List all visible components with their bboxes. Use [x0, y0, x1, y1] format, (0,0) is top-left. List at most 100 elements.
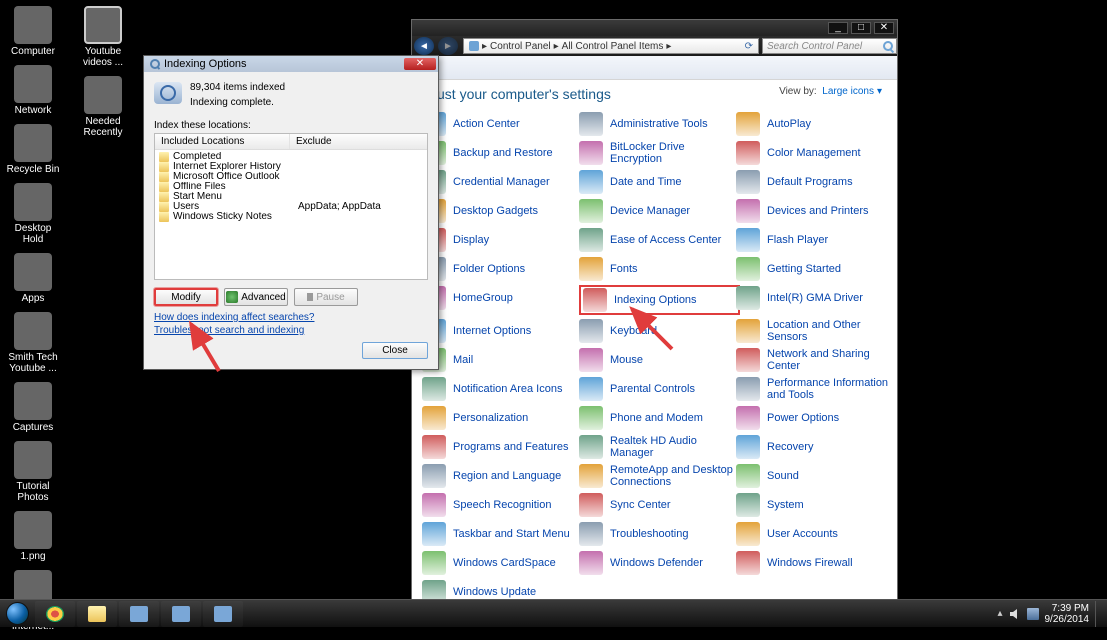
view-by-dropdown[interactable]: Large icons▾	[822, 86, 882, 97]
control-panel-item[interactable]: Region and Language	[422, 466, 579, 486]
minimize-button[interactable]: _	[828, 22, 848, 34]
nav-forward-button[interactable]: ►	[438, 37, 458, 55]
control-panel-item[interactable]: Devices and Printers	[736, 201, 893, 221]
control-panel-item[interactable]: Programs and Features	[422, 437, 579, 457]
control-panel-item[interactable]: Device Manager	[579, 201, 736, 221]
control-panel-item[interactable]: User Accounts	[736, 524, 893, 544]
desktop-icon[interactable]: 1.png	[6, 511, 60, 562]
control-panel-item[interactable]: System	[736, 495, 893, 515]
taskbar-app-generic2[interactable]	[161, 601, 201, 627]
desktop-icon[interactable]: Youtube videos ...	[76, 6, 130, 68]
desktop-icon[interactable]: Computer	[6, 6, 60, 57]
help-link-troubleshoot[interactable]: Troubleshoot search and indexing	[154, 325, 428, 336]
control-panel-item[interactable]: HomeGroup	[422, 288, 579, 308]
control-panel-item[interactable]: Intel(R) GMA Driver	[736, 288, 893, 308]
desktop-icon[interactable]: Apps	[6, 253, 60, 304]
control-panel-item[interactable]: Sound	[736, 466, 893, 486]
desktop-icon[interactable]: Desktop Hold	[6, 183, 60, 245]
breadcrumb-item[interactable]: All Control Panel Items	[562, 41, 664, 52]
control-panel-item[interactable]: Location and Other Sensors	[736, 321, 893, 341]
control-panel-item[interactable]: Date and Time	[579, 172, 736, 192]
location-row[interactable]: Microsoft Office Outlook	[159, 172, 423, 182]
control-panel-item[interactable]: Speech Recognition	[422, 495, 579, 515]
control-panel-item[interactable]: Realtek HD Audio Manager	[579, 437, 736, 457]
control-panel-item[interactable]: RemoteApp and Desktop Connections	[579, 466, 736, 486]
close-button[interactable]: Close	[362, 342, 428, 359]
control-panel-item[interactable]: Backup and Restore	[422, 143, 579, 163]
breadcrumb-item[interactable]: Control Panel	[490, 41, 551, 52]
taskbar-app-generic3[interactable]	[203, 601, 243, 627]
close-window-button[interactable]: ✕	[874, 22, 894, 34]
breadcrumb-bar[interactable]: ▸ Control Panel ▸ All Control Panel Item…	[463, 38, 759, 54]
control-panel-item[interactable]: Folder Options	[422, 259, 579, 279]
control-panel-item[interactable]: Credential Manager	[422, 172, 579, 192]
location-row[interactable]: UsersAppData; AppData	[159, 202, 423, 212]
control-panel-item[interactable]: Mail	[422, 350, 579, 370]
control-panel-item[interactable]: Phone and Modem	[579, 408, 736, 428]
control-panel-item[interactable]: Internet Options	[422, 321, 579, 341]
control-panel-item[interactable]: Recovery	[736, 437, 893, 457]
modify-button[interactable]: Modify	[154, 288, 218, 306]
start-button[interactable]	[0, 600, 34, 628]
desktop-icon[interactable]: Smith Tech Youtube ...	[6, 312, 60, 374]
desktop-icon[interactable]: Captures	[6, 382, 60, 433]
maximize-button[interactable]: □	[851, 22, 871, 34]
nav-back-button[interactable]: ◄	[414, 37, 434, 55]
control-panel-item[interactable]: Personalization	[422, 408, 579, 428]
control-panel-item[interactable]: Color Management	[736, 143, 893, 163]
tray-clock[interactable]: 7:39 PM 9/26/2014	[1045, 603, 1090, 625]
location-row[interactable]: Internet Explorer History	[159, 162, 423, 172]
refresh-icon[interactable]: ⟳	[745, 41, 753, 52]
col-header-included[interactable]: Included Locations	[155, 134, 290, 149]
dialog-close-button[interactable]: ✕	[404, 58, 436, 70]
control-panel-item[interactable]: Desktop Gadgets	[422, 201, 579, 221]
control-panel-item[interactable]: Action Center	[422, 114, 579, 134]
location-row[interactable]: Completed	[159, 152, 423, 162]
control-panel-item[interactable]: BitLocker Drive Encryption	[579, 143, 736, 163]
control-panel-item[interactable]: Troubleshooting	[579, 524, 736, 544]
control-panel-item[interactable]: Indexing Options	[579, 285, 740, 315]
control-panel-item[interactable]: Mouse	[579, 350, 736, 370]
control-panel-item[interactable]: Performance Information and Tools	[736, 379, 893, 399]
location-row[interactable]: Start Menu	[159, 192, 423, 202]
col-header-exclude[interactable]: Exclude	[290, 134, 427, 149]
control-panel-item[interactable]: Power Options	[736, 408, 893, 428]
desktop-icon[interactable]: Needed Recently	[76, 76, 130, 138]
taskbar-app-chrome[interactable]	[35, 601, 75, 627]
included-locations-list[interactable]: Included Locations Exclude CompletedInte…	[154, 133, 428, 280]
taskbar-app-explorer[interactable]	[77, 601, 117, 627]
tray-volume-icon[interactable]	[1009, 608, 1021, 620]
applet-label: Credential Manager	[453, 176, 550, 188]
help-link-searches[interactable]: How does indexing affect searches?	[154, 312, 428, 323]
show-desktop-button[interactable]	[1095, 601, 1101, 627]
control-panel-item[interactable]: Windows CardSpace	[422, 553, 579, 573]
control-panel-item[interactable]: Administrative Tools	[579, 114, 736, 134]
desktop-icon[interactable]: Recycle Bin	[6, 124, 60, 175]
control-panel-item[interactable]: Keyboard	[579, 321, 736, 341]
control-panel-item[interactable]: Parental Controls	[579, 379, 736, 399]
control-panel-item[interactable]: Fonts	[579, 259, 736, 279]
location-name: Internet Explorer History	[173, 162, 298, 172]
control-panel-item[interactable]: Display	[422, 230, 579, 250]
control-panel-item[interactable]: Flash Player	[736, 230, 893, 250]
tray-network-icon[interactable]	[1027, 608, 1039, 620]
control-panel-item[interactable]: Default Programs	[736, 172, 893, 192]
control-panel-item[interactable]: Notification Area Icons	[422, 379, 579, 399]
location-row[interactable]: Windows Sticky Notes	[159, 212, 423, 222]
show-hidden-icons[interactable]: ▴	[997, 608, 1002, 619]
advanced-button[interactable]: Advanced	[224, 288, 288, 306]
desktop-icon[interactable]: Tutorial Photos	[6, 441, 60, 503]
control-panel-item[interactable]: Windows Defender	[579, 553, 736, 573]
desktop-icon[interactable]: Network	[6, 65, 60, 116]
control-panel-item[interactable]: Network and Sharing Center	[736, 350, 893, 370]
applet-label: Recovery	[767, 441, 813, 453]
control-panel-item[interactable]: AutoPlay	[736, 114, 893, 134]
control-panel-item[interactable]: Getting Started	[736, 259, 893, 279]
search-box[interactable]: Search Control Panel	[762, 38, 897, 54]
location-row[interactable]: Offline Files	[159, 182, 423, 192]
control-panel-item[interactable]: Sync Center	[579, 495, 736, 515]
control-panel-item[interactable]: Windows Firewall	[736, 553, 893, 573]
control-panel-item[interactable]: Taskbar and Start Menu	[422, 524, 579, 544]
taskbar-app-generic1[interactable]	[119, 601, 159, 627]
control-panel-item[interactable]: Ease of Access Center	[579, 230, 736, 250]
